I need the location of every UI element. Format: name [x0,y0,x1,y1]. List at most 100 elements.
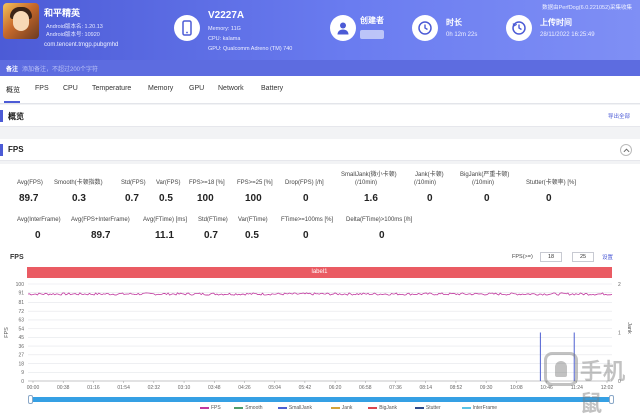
note-input[interactable]: 添加备注，不超过200个字符 [22,64,98,73]
collapse-button[interactable] [620,144,632,156]
device-gpu: GPU: Qualcomm Adreno (TM) 740 [208,46,293,52]
game-app-icon [3,3,39,39]
y2-tick-label: 2 [618,282,621,288]
legend-item[interactable]: SmallJank [289,405,312,411]
device-memory: Memory: 11G [208,26,241,32]
fps-threshold-set-button[interactable]: 设置 [602,253,613,261]
x-tick-label: 05:42 [299,385,312,391]
x-tick-label: 01:54 [117,385,130,391]
duration-value: 0h 12m 22s [446,32,478,38]
note-bar: 备注 添加备注，不超过200个字符 [0,60,640,76]
y2-tick-label: 1 [618,330,621,336]
x-tick-label: 06:58 [359,385,372,391]
scroll-handle-left[interactable] [28,395,33,404]
watermark-text: 手机鼠 [580,360,627,414]
legend-swatch [330,407,340,409]
y-tick-label: 0 [21,379,24,385]
fps-threshold-input-1[interactable]: 18 [540,252,562,262]
device-name: V2227A [208,10,245,21]
collector-note: 数据由PerfDog(6.0.221052)采集收集 [542,5,632,11]
android-version-name: Android版本名: 1.20.13 [46,24,103,30]
legend-swatch [461,407,471,409]
label-band[interactable]: label1 [27,267,612,278]
upload-time-value: 28/11/2022 16:25:49 [540,32,595,38]
legend-item[interactable]: BigJank [379,405,397,411]
time-range-scrollbar[interactable] [30,397,612,402]
legend-item[interactable]: Jank [342,405,353,411]
x-tick-label: 04:26 [238,385,251,391]
legend-swatch [414,407,424,409]
tab-memory[interactable]: Memory [148,85,173,92]
y-tick-label: 45 [18,335,24,341]
x-tick-label: 01:16 [87,385,100,391]
y-tick-label: 81 [18,300,24,306]
fps-section-title: FPS [8,145,24,154]
x-tick-label: 05:04 [268,385,281,391]
legend-swatch [368,407,378,409]
chart-title: FPS [10,254,24,261]
x-tick-label: 02:32 [148,385,161,391]
legend-item[interactable]: FPS [211,405,221,411]
duration-label: 时长 [446,18,462,27]
report-header: 和平精英 Android版本名: 1.20.13 Android版本号: 109… [0,0,640,60]
y2-axis-title: Jank [626,322,632,334]
fps-threshold-input-2[interactable]: 25 [572,252,594,262]
x-tick-label: 03:10 [178,385,191,391]
x-tick-label: 06:20 [329,385,342,391]
legend-item[interactable]: Smooth [245,405,262,411]
y-tick-label: 54 [18,326,24,332]
user-icon [330,15,356,41]
metric-tabs: 概览 FPS CPU Temperature Memory GPU Networ… [0,76,640,104]
phone-icon [174,15,200,41]
x-tick-label: 10:08 [510,385,523,391]
creator-label: 创建者 [360,16,384,25]
legend-item[interactable]: Stutter [426,405,441,411]
package-name: com.tencent.tmgp.pubgmhd [44,42,119,48]
fps-filter-label: FPS(>=) [512,254,533,260]
upload-time-label: 上传时间 [540,18,572,27]
x-tick-label: 07:36 [389,385,402,391]
tab-cpu[interactable]: CPU [63,85,78,92]
x-tick-label: 00:38 [57,385,70,391]
tab-network[interactable]: Network [218,85,244,92]
legend-item[interactable]: InterFrame [473,405,497,411]
legend-swatch [200,407,209,409]
x-tick-label: 00:00 [27,385,40,391]
y-tick-label: 72 [18,309,24,315]
y-tick-label: 36 [18,344,24,350]
android-version-code: Android版本号: 10920 [46,32,100,38]
tab-fps[interactable]: FPS [35,85,49,92]
clock-icon [412,15,438,41]
x-tick-label: 08:52 [450,385,463,391]
tab-battery[interactable]: Battery [261,85,283,92]
x-tick-label: 03:48 [208,385,221,391]
active-tab-indicator [4,101,20,103]
tab-overview[interactable]: 概览 [6,85,20,95]
y-tick-label: 18 [18,361,24,367]
perfdog-report: 和平精英 Android版本名: 1.20.13 Android版本号: 109… [0,0,640,414]
x-tick-label: 08:14 [419,385,432,391]
chevron-up-icon [623,148,630,153]
y-tick-label: 100 [16,282,25,288]
legend-swatch [234,407,244,409]
creator-value-redacted [360,30,384,39]
x-tick-label: 09:30 [480,385,493,391]
y-tick-label: 63 [18,318,24,324]
watermark-logo-icon [544,352,578,386]
note-label: 备注 [6,67,19,73]
y-axis-title: FPS [4,327,10,338]
fps-series-line [27,292,613,296]
overview-section-header: 概览 导出全部 [0,105,640,127]
tab-temperature[interactable]: Temperature [92,85,131,92]
site-watermark: 手机鼠 [544,350,634,414]
tab-gpu[interactable]: GPU [189,85,204,92]
y-tick-label: 9 [21,370,24,376]
legend-swatch [277,407,287,409]
device-cpu: CPU: kalama [208,36,241,42]
upload-time-icon [506,15,532,41]
app-name: 和平精英 [44,8,81,18]
overview-title: 概览 [8,112,24,121]
y-tick-label: 91 [18,291,24,297]
export-all-link[interactable]: 导出全部 [608,112,630,120]
fps-section-header: FPS [0,139,640,161]
